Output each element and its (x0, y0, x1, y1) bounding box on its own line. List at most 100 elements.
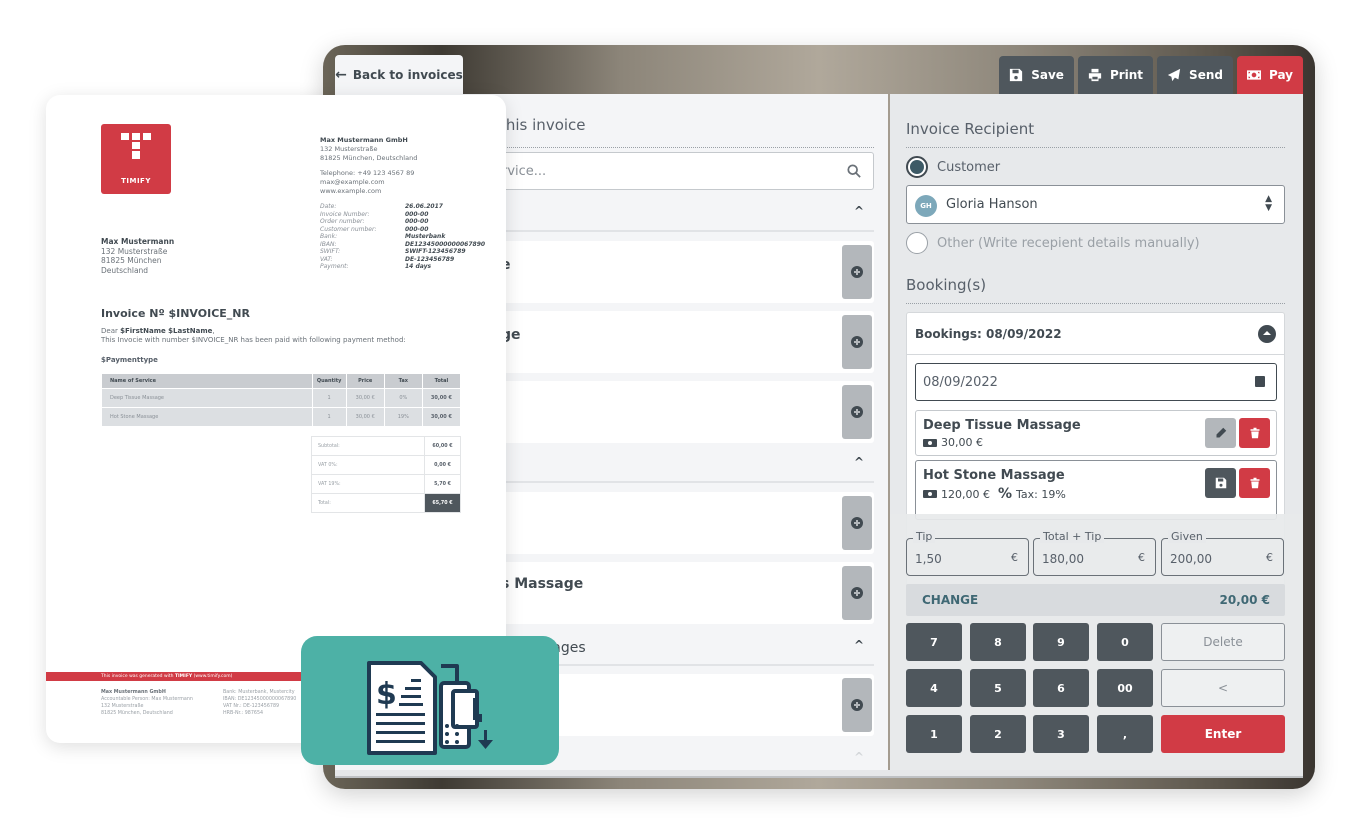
other-recipient-radio[interactable] (906, 232, 928, 254)
meta-value: 14 days (405, 263, 432, 270)
company-street: 132 Musterstraße (320, 145, 378, 153)
key-00[interactable]: 00 (1097, 669, 1153, 707)
total-tip-input[interactable]: Total + Tip 180,00 € (1033, 530, 1156, 576)
pencil-icon (1216, 427, 1226, 438)
key-7[interactable]: 7 (906, 623, 962, 661)
chevron-up-icon[interactable]: ^ (854, 204, 864, 218)
save-button[interactable]: Save (999, 56, 1074, 94)
recipient-address: Max Mustermann 132 Musterstraße 81825 Mü… (101, 237, 174, 275)
summary-label: VAT 19%: (311, 474, 425, 494)
service-item (495, 492, 874, 554)
service-search-input[interactable]: rvice... (495, 152, 874, 190)
add-service-button[interactable] (842, 315, 872, 369)
send-button[interactable]: Send (1157, 56, 1233, 94)
booking-date-input[interactable]: 08/09/2022 (915, 363, 1277, 401)
summary-label: Total: (311, 493, 425, 513)
add-service-button[interactable] (842, 245, 872, 299)
calendar-icon (1255, 376, 1265, 387)
table-cell: Deep Tissue Massage (101, 388, 313, 408)
invoice-title: Invoice Nº $INVOICE_NR (101, 307, 250, 320)
footer-line: HRB-Nr.: 987654 (223, 711, 264, 716)
delete-button[interactable] (1239, 468, 1270, 498)
footer-brand: TIMIFY (174, 674, 193, 679)
price-value: 120,00 € (941, 487, 990, 501)
key-6[interactable]: 6 (1033, 669, 1089, 707)
chevron-up-icon[interactable]: ^ (854, 638, 864, 652)
meta-key: Payment: (320, 263, 349, 270)
recipient-heading: Invoice Recipient (906, 120, 1035, 138)
delete-button[interactable] (1239, 418, 1270, 448)
category-header[interactable]: ^ (495, 200, 874, 232)
bookings-heading: Booking(s) (906, 276, 987, 294)
total-tip-label: Total + Tip (1040, 530, 1105, 543)
back-to-invoices-button[interactable]: ← Back to invoices (335, 55, 463, 95)
summary-row: Subtotal: 60,00 € (311, 436, 461, 456)
save-icon (1010, 68, 1023, 82)
money-icon (1246, 70, 1261, 80)
customer-select[interactable]: GH Gloria Hanson ▲ ▼ (906, 185, 1285, 224)
summary-row: Total: 65,70 € (311, 493, 461, 513)
delete-key[interactable]: Delete (1161, 623, 1285, 661)
table-cell: 1 (311, 407, 347, 427)
divider (495, 147, 874, 148)
key-0[interactable]: 0 (1097, 623, 1153, 661)
given-value: 200,00 (1170, 552, 1212, 566)
bookings-card-header[interactable]: Bookings: 08/09/2022 (907, 313, 1284, 355)
key-5[interactable]: 5 (970, 669, 1026, 707)
key-1[interactable]: 1 (906, 715, 962, 753)
payment-type: $Paymenttype (101, 356, 158, 364)
meta-key: VAT: (320, 255, 333, 263)
chevron-up-icon[interactable]: ^ (854, 750, 864, 764)
column-header: Total (421, 373, 462, 389)
table-row: Deep Tissue Massage 1 30,00 € 0% 30,00 € (101, 388, 462, 408)
booking-item-name: Deep Tissue Massage (923, 418, 1081, 433)
print-button[interactable]: Print (1077, 56, 1154, 94)
backspace-key[interactable]: < (1161, 669, 1285, 707)
summary-label: Subtotal: (311, 436, 425, 456)
percent-icon: % (997, 486, 1013, 502)
collapse-icon[interactable] (1258, 325, 1276, 343)
add-service-button[interactable] (842, 496, 872, 550)
key-4[interactable]: 4 (906, 669, 962, 707)
key-9[interactable]: 9 (1033, 623, 1089, 661)
currency-symbol: € (1011, 551, 1018, 564)
table-cell: 30,00 € (421, 407, 462, 427)
tip-value: 1,50 (915, 552, 942, 566)
add-service-button[interactable] (842, 385, 872, 439)
plus-circle-icon (851, 336, 863, 348)
key-2[interactable]: 2 (970, 715, 1026, 753)
tip-input[interactable]: Tip 1,50 € (906, 530, 1029, 576)
footer-bank: Bank: Musterbank, Mustercity IBAN: DE123… (223, 689, 296, 717)
invoice-meta: Date: 26.06.2017 Invoice Number: 000-00 Or… (320, 203, 485, 271)
key-3[interactable]: 3 (1033, 715, 1089, 753)
customer-radio[interactable] (906, 156, 928, 178)
search-icon (847, 164, 861, 178)
price-value: 30,00 € (941, 436, 983, 449)
search-placeholder: rvice... (502, 164, 547, 179)
meta-key: Customer number: (320, 225, 377, 233)
key-comma[interactable]: , (1097, 715, 1153, 753)
currency-symbol: € (1266, 551, 1273, 564)
invoice-items-table: Name of Service Quantity Price Tax Total… (101, 373, 462, 427)
key-8[interactable]: 8 (970, 623, 1026, 661)
booking-item: Deep Tissue Massage 30,00 € (915, 410, 1277, 456)
add-service-button[interactable] (842, 678, 872, 732)
given-input[interactable]: Given 200,00 € (1161, 530, 1284, 576)
date-value: 08/09/2022 (923, 375, 998, 390)
table-cell: 30,00 € (345, 388, 385, 408)
arrow-left-icon: ← (335, 67, 347, 83)
pay-button[interactable]: Pay (1236, 56, 1303, 94)
chevron-up-icon[interactable]: ^ (854, 455, 864, 469)
recipient-country: Deutschland (101, 265, 149, 275)
enter-key[interactable]: Enter (1161, 715, 1285, 753)
category-header[interactable]: ^ (495, 451, 874, 483)
edit-button[interactable] (1205, 418, 1236, 448)
greeting-suffix: , (212, 327, 215, 335)
invoice-payment-terminal-icon: $ (367, 661, 493, 755)
save-item-button[interactable] (1205, 468, 1236, 498)
booking-item-name: Hot Stone Massage (923, 468, 1065, 483)
company-address: Max Mustermann GmbH 132 Musterstraße 818… (320, 136, 417, 196)
tax-value: Tax: 19% (1016, 487, 1066, 501)
company-name: Max Mustermann GmbH (320, 136, 408, 144)
add-service-button[interactable] (842, 566, 872, 620)
